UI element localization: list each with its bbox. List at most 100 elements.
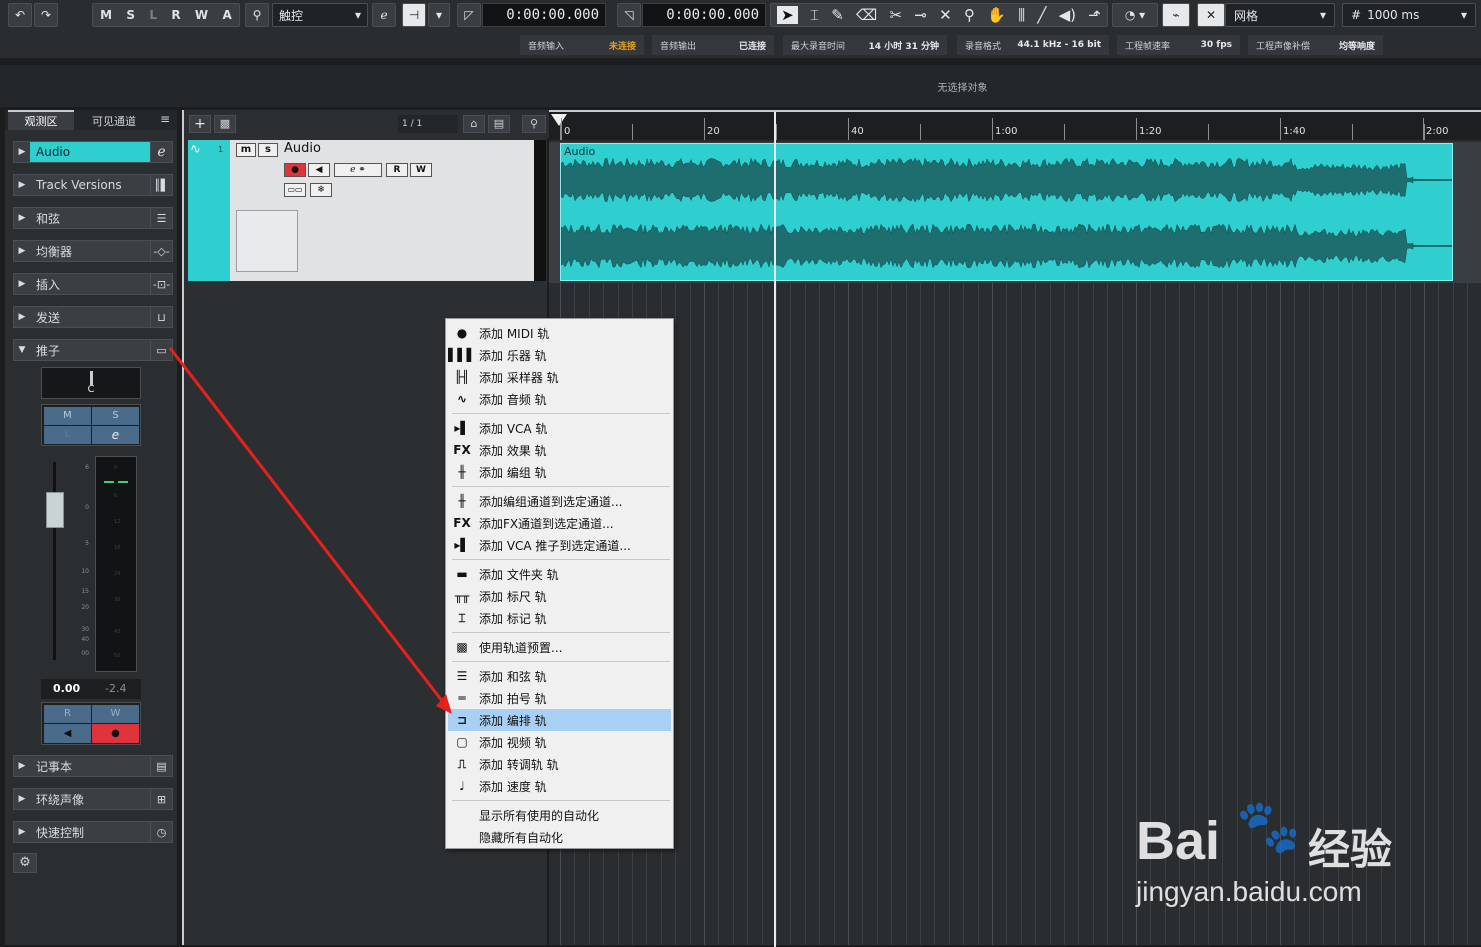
inspector-section-eq[interactable]: ▶ 均衡器 -◇- bbox=[13, 240, 173, 262]
pencil-tool-icon[interactable]: ✎ bbox=[831, 6, 844, 24]
inspector-section-track-versions[interactable]: ▶ Track Versions ║▌ bbox=[13, 174, 173, 196]
chevron-down-icon[interactable]: ▾ bbox=[428, 3, 450, 27]
menu-item[interactable]: ∿ 添加 音频 轨 bbox=[448, 388, 671, 410]
track-read-button[interactable]: R bbox=[386, 163, 408, 177]
right-locator-icon[interactable]: ◹ bbox=[617, 3, 641, 27]
frame-rate[interactable]: 工程帧速率 30 fps bbox=[1117, 35, 1240, 55]
timeline-ruler[interactable]: 0 20 40 1:00 1:20 1:40 2:00 bbox=[549, 112, 1481, 140]
tab-visibility[interactable]: 可见通道 bbox=[79, 112, 149, 130]
versions-icon[interactable]: ║▌ bbox=[150, 175, 172, 195]
fader-icon[interactable]: ▭ bbox=[150, 340, 172, 360]
automation-button[interactable]: A bbox=[222, 8, 231, 22]
right-locator-time[interactable]: 0:00:00.000 bbox=[642, 3, 766, 27]
menu-item[interactable]: ⎍ 添加 转调轨 轨 bbox=[448, 753, 671, 775]
audio-output-status[interactable]: 音频输出 已连接 bbox=[652, 35, 774, 55]
line-tool-icon[interactable]: ╱ bbox=[1037, 6, 1046, 24]
menu-item[interactable]: ▸▌ 添加 VCA 推子到选定通道... bbox=[448, 534, 671, 556]
solo-all-button[interactable]: S bbox=[126, 8, 135, 22]
max-record-time[interactable]: 最大录音时间 14 小时 31 分钟 bbox=[783, 35, 947, 55]
track-edit-button[interactable]: ℯ ⚭ bbox=[334, 163, 382, 177]
playhead-marker[interactable] bbox=[551, 114, 567, 126]
gear-icon[interactable]: ⚙ bbox=[13, 853, 37, 873]
read-automation-button[interactable]: R bbox=[44, 705, 91, 723]
inspector-menu-icon[interactable]: ≡ bbox=[157, 112, 173, 130]
left-locator-icon[interactable]: ◸ bbox=[457, 3, 481, 27]
menu-item[interactable]: ⌶ 添加 标记 轨 bbox=[448, 607, 671, 629]
add-track-button[interactable]: + bbox=[189, 115, 211, 133]
inspector-section-chords[interactable]: ▶ 和弦 ☰ bbox=[13, 207, 173, 229]
inspector-section-quick-controls[interactable]: ▶ 快速控制 ◷ bbox=[13, 821, 173, 843]
volume-value[interactable]: 0.00 bbox=[53, 682, 80, 695]
quick-control-icon[interactable]: ◷ bbox=[150, 822, 172, 842]
search-icon[interactable]: ⚲ bbox=[522, 115, 546, 133]
home-icon[interactable]: ⌂ bbox=[463, 115, 485, 133]
menu-item[interactable]: ▬ 添加 文件夹 轨 bbox=[448, 563, 671, 585]
track-write-button[interactable]: W bbox=[410, 163, 432, 177]
redo-button[interactable]: ↷ bbox=[34, 3, 58, 27]
eraser-tool-icon[interactable]: ⌫ bbox=[856, 6, 877, 24]
menu-item[interactable]: ╥╥ 添加 标尺 轨 bbox=[448, 585, 671, 607]
grid-size-select[interactable]: #1000 ms ▾ bbox=[1342, 3, 1476, 27]
peak-value[interactable]: -2.4 bbox=[105, 682, 126, 695]
glue-tool-icon[interactable]: ⊸ bbox=[914, 6, 927, 24]
speaker-tool-icon[interactable]: ◀) bbox=[1059, 6, 1076, 24]
track-freeze-icon[interactable]: ❄ bbox=[310, 183, 332, 197]
pan-control[interactable]: C bbox=[41, 367, 141, 399]
track-picture[interactable] bbox=[236, 210, 298, 272]
inspector-section-surround[interactable]: ▶ 环绕声像 ⊞ bbox=[13, 788, 173, 810]
mute-tool-icon[interactable]: ✕ bbox=[939, 6, 952, 24]
inspector-section-fader[interactable]: ▼ 推子 ▭ bbox=[13, 339, 173, 361]
write-button[interactable]: W bbox=[195, 8, 208, 22]
scissors-tool-icon[interactable]: ✂ bbox=[890, 6, 903, 24]
inspector-section-sends[interactable]: ▶ 发送 ⊔ bbox=[13, 306, 173, 328]
track-preset-button[interactable]: ▩ bbox=[214, 115, 236, 133]
audio-input-status[interactable]: 音频输入 未连接 bbox=[520, 35, 644, 55]
solo-button[interactable]: S bbox=[92, 407, 139, 425]
edit-channel-button[interactable]: e bbox=[92, 426, 139, 444]
mute-all-button[interactable]: M bbox=[100, 8, 112, 22]
menu-item[interactable]: ═ 添加 拍号 轨 bbox=[448, 687, 671, 709]
inspector-section-inserts[interactable]: ▶ 插入 -⊡- bbox=[13, 273, 173, 295]
auto-scroll-button[interactable]: ◔ ▾ bbox=[1112, 3, 1158, 27]
e-icon[interactable]: ℯ bbox=[372, 3, 396, 27]
snap-toggle[interactable]: ⌁ bbox=[1162, 3, 1190, 27]
range-tool-icon[interactable]: ⌶ bbox=[810, 6, 819, 24]
menu-item[interactable]: FX 添加 效果 轨 bbox=[448, 439, 671, 461]
hand-tool-icon[interactable]: ✋ bbox=[987, 6, 1006, 24]
surround-icon[interactable]: ⊞ bbox=[150, 789, 172, 809]
insert-icon[interactable]: -⊡- bbox=[150, 274, 172, 294]
inspector-section-audio[interactable]: ▶ Audio ℯ bbox=[13, 141, 173, 163]
track-name[interactable]: Audio bbox=[284, 141, 321, 156]
audio-event[interactable]: Audio bbox=[560, 143, 1453, 281]
left-locator-time[interactable]: 0:00:00.000 bbox=[482, 3, 606, 27]
audio-track-header[interactable]: ∿ 1 m s Audio ● ◀ ℯ ⚭ R W ▭▭ ❄ bbox=[188, 140, 546, 281]
menu-item[interactable]: ▢ 添加 视频 轨 bbox=[448, 731, 671, 753]
menu-item[interactable]: 隐藏所有自动化 bbox=[448, 826, 671, 848]
eq-icon[interactable]: -◇- bbox=[150, 241, 172, 261]
grid-type-icon[interactable]: ✕ bbox=[1197, 3, 1225, 27]
menu-item[interactable]: ⊐ 添加 编排 轨 bbox=[448, 709, 671, 731]
undo-button[interactable]: ↶ bbox=[8, 3, 32, 27]
send-icon[interactable]: ⊔ bbox=[150, 307, 172, 327]
menu-item[interactable]: 显示所有使用的自动化 bbox=[448, 804, 671, 826]
zoom-tool-icon[interactable]: ⚲ bbox=[964, 6, 975, 24]
track-record-button[interactable]: ● bbox=[284, 163, 306, 177]
menu-item[interactable]: ╫ 添加 编组 轨 bbox=[448, 461, 671, 483]
pan-law[interactable]: 工程声像补偿 均等响度 bbox=[1248, 35, 1383, 55]
menu-item[interactable]: ☰ 添加 和弦 轨 bbox=[448, 665, 671, 687]
record-enable-button[interactable]: ● bbox=[92, 724, 139, 743]
punch-icon[interactable]: ⊣ bbox=[402, 3, 426, 27]
monitor-button[interactable]: ◀ bbox=[44, 724, 91, 743]
notepad-icon[interactable]: ▤ bbox=[150, 756, 172, 776]
project-arrange-area[interactable]: 0 20 40 1:00 1:20 1:40 2:00 Audio bbox=[549, 110, 1481, 947]
track-mute-button[interactable]: m bbox=[236, 143, 256, 157]
list-icon[interactable]: ▤ bbox=[488, 115, 510, 133]
listen-button[interactable]: L bbox=[149, 8, 157, 22]
menu-item[interactable]: ╫ 添加编组通道到选定通道... bbox=[448, 490, 671, 512]
menu-item[interactable]: ▌▌▌ 添加 乐器 轨 bbox=[448, 344, 671, 366]
track-solo-button[interactable]: s bbox=[258, 143, 278, 157]
snap-type-select[interactable]: 网格 ▾ bbox=[1225, 3, 1335, 27]
menu-item[interactable]: FX 添加FX通道到选定通道... bbox=[448, 512, 671, 534]
color-tool-icon[interactable]: ⬏ bbox=[1088, 6, 1101, 24]
menu-item[interactable]: ▩ 使用轨道预置... bbox=[448, 636, 671, 658]
